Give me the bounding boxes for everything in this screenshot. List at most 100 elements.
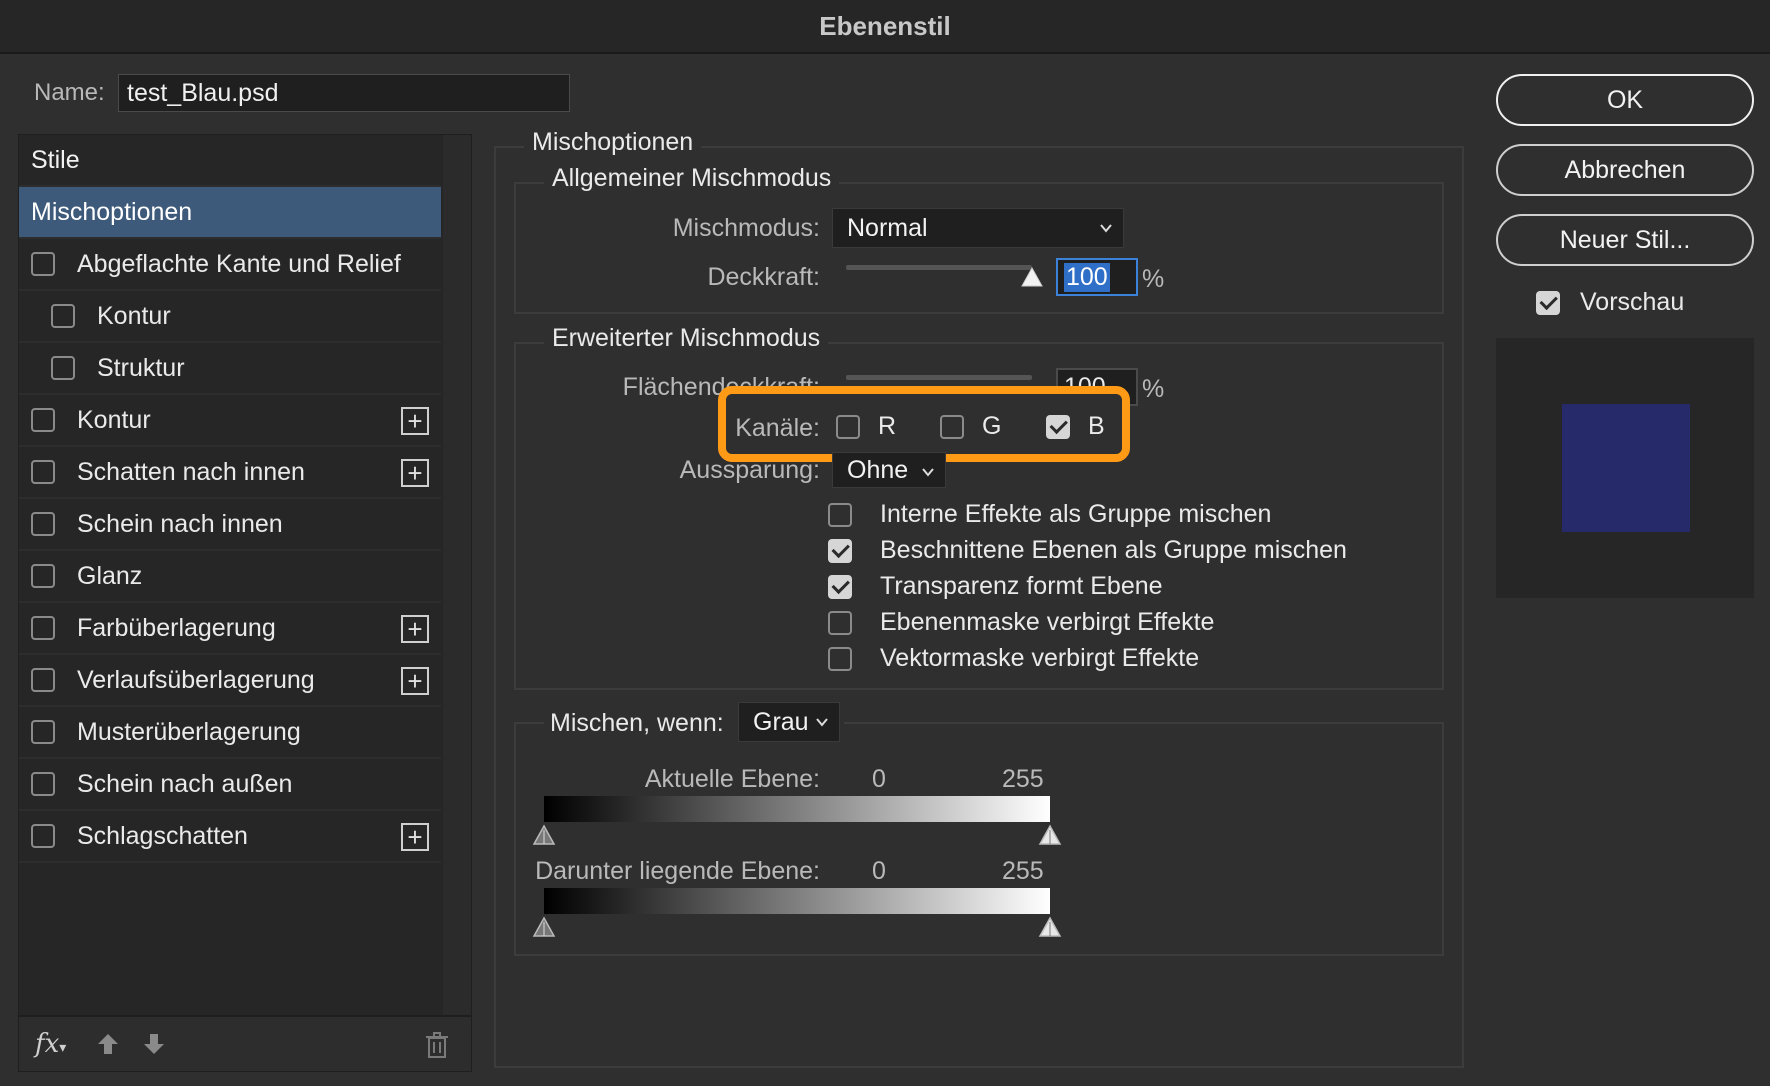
channel-toggle-r[interactable]: R bbox=[836, 412, 896, 441]
fx-icon[interactable]: fx▾ bbox=[35, 1029, 66, 1059]
style-item-checkbox[interactable] bbox=[31, 252, 55, 276]
chevron-down-icon bbox=[922, 468, 934, 477]
preview-checkbox[interactable] bbox=[1536, 290, 1560, 315]
style-item[interactable]: Schein nach außen bbox=[19, 759, 441, 811]
style-item-checkbox[interactable] bbox=[31, 616, 55, 640]
advanced-option-checkbox[interactable] bbox=[828, 646, 852, 671]
new-style-button[interactable]: Neuer Stil... bbox=[1496, 214, 1754, 266]
advanced-option[interactable]: Interne Effekte als Gruppe mischen bbox=[828, 500, 1271, 529]
style-item-label: Schein nach außen bbox=[77, 769, 293, 798]
style-item[interactable]: Schatten nach innen + bbox=[19, 447, 441, 499]
style-list-header[interactable]: Stile bbox=[19, 135, 441, 187]
style-list: Stile Mischoptionen Abgeflachte Kante un… bbox=[18, 134, 472, 1072]
style-list-footer: fx▾ bbox=[19, 1015, 471, 1071]
style-item[interactable]: Musterüberlagerung bbox=[19, 707, 441, 759]
style-item[interactable]: Schlagschatten + bbox=[19, 811, 441, 863]
style-item[interactable]: Farbüberlagerung + bbox=[19, 603, 441, 655]
blend-options-title: Mischoptionen bbox=[524, 128, 702, 157]
blend-if-group bbox=[514, 722, 1444, 956]
channel-checkbox[interactable] bbox=[836, 414, 860, 439]
style-item[interactable]: Kontur bbox=[19, 291, 441, 343]
blend-mode-select[interactable]: Normal bbox=[832, 208, 1124, 248]
style-item-label: Musterüberlagerung bbox=[77, 717, 301, 746]
advanced-option[interactable]: Vektormaske verbirgt Effekte bbox=[828, 644, 1199, 673]
underlying-layer-label: Darunter liegende Ebene: bbox=[535, 857, 820, 885]
channel-checkbox[interactable] bbox=[1046, 414, 1070, 439]
ok-button[interactable]: OK bbox=[1496, 74, 1754, 126]
opacity-label: Deckkraft: bbox=[707, 263, 820, 291]
advanced-blend-title: Erweiterter Mischmodus bbox=[544, 324, 829, 353]
channel-toggle-g[interactable]: G bbox=[940, 412, 1001, 441]
opacity-slider[interactable] bbox=[846, 265, 1032, 270]
trash-icon[interactable] bbox=[425, 1031, 449, 1059]
advanced-option-label: Ebenenmaske verbirgt Effekte bbox=[880, 608, 1215, 636]
name-label: Name: bbox=[34, 79, 105, 106]
style-item-checkbox[interactable] bbox=[31, 720, 55, 744]
style-item-checkbox[interactable] bbox=[31, 564, 55, 588]
name-input[interactable] bbox=[118, 74, 570, 112]
style-item[interactable]: Struktur bbox=[19, 343, 441, 395]
channel-label: B bbox=[1088, 412, 1105, 440]
style-item-label: Glanz bbox=[77, 561, 143, 590]
style-item[interactable]: Abgeflachte Kante und Relief bbox=[19, 239, 441, 291]
preview-toggle[interactable]: Vorschau bbox=[1536, 288, 1684, 317]
advanced-option-checkbox[interactable] bbox=[828, 538, 852, 563]
knockout-value: Ohne bbox=[847, 455, 909, 484]
blend-if-select[interactable]: Grau bbox=[738, 702, 840, 742]
window-title: Ebenenstil bbox=[0, 0, 1770, 54]
style-item-checkbox[interactable] bbox=[31, 460, 55, 484]
style-item-checkbox[interactable] bbox=[31, 668, 55, 692]
advanced-option-checkbox[interactable] bbox=[828, 502, 852, 527]
style-item-checkbox[interactable] bbox=[31, 512, 55, 536]
fill-opacity-unit: % bbox=[1142, 375, 1165, 403]
style-item-blend-options-label: Mischoptionen bbox=[31, 197, 193, 226]
add-effect-icon[interactable]: + bbox=[401, 407, 429, 435]
fill-opacity-slider[interactable] bbox=[846, 375, 1032, 380]
cancel-button[interactable]: Abbrechen bbox=[1496, 144, 1754, 196]
advanced-option-label: Vektormaske verbirgt Effekte bbox=[880, 644, 1200, 672]
style-item-checkbox[interactable] bbox=[31, 408, 55, 432]
style-item-label: Schlagschatten bbox=[77, 821, 248, 850]
opacity-input[interactable]: 100 bbox=[1056, 258, 1138, 296]
style-item[interactable]: Kontur + bbox=[19, 395, 441, 447]
move-down-icon[interactable] bbox=[140, 1030, 168, 1058]
style-item[interactable]: Glanz bbox=[19, 551, 441, 603]
channels-label: Kanäle: bbox=[735, 414, 820, 442]
add-effect-icon[interactable]: + bbox=[401, 615, 429, 643]
advanced-option[interactable]: Transparenz formt Ebene bbox=[828, 572, 1163, 601]
style-item-checkbox[interactable] bbox=[31, 824, 55, 848]
current-layer-black-thumb[interactable] bbox=[532, 824, 556, 846]
add-effect-icon[interactable]: + bbox=[401, 459, 429, 487]
advanced-option[interactable]: Beschnittene Ebenen als Gruppe mischen bbox=[828, 536, 1347, 565]
opacity-slider-thumb[interactable] bbox=[1020, 266, 1044, 288]
style-item[interactable]: Schein nach innen bbox=[19, 499, 441, 551]
style-item-label: Struktur bbox=[97, 353, 185, 382]
preview-label: Vorschau bbox=[1580, 288, 1685, 316]
advanced-option-checkbox[interactable] bbox=[828, 574, 852, 599]
underlying-layer-black-thumb[interactable] bbox=[532, 916, 556, 938]
underlying-layer-white-thumb[interactable] bbox=[1038, 916, 1062, 938]
add-effect-icon[interactable]: + bbox=[401, 823, 429, 851]
blend-mode-value: Normal bbox=[847, 213, 928, 242]
style-item-checkbox[interactable] bbox=[31, 772, 55, 796]
style-item-label: Farbüberlagerung bbox=[77, 613, 276, 642]
style-item[interactable]: Verlaufsüberlagerung + bbox=[19, 655, 441, 707]
style-list-scrollbar[interactable] bbox=[443, 135, 471, 1015]
style-item-checkbox[interactable] bbox=[51, 356, 75, 380]
style-item-blend-options[interactable]: Mischoptionen bbox=[19, 187, 441, 239]
name-row: Name: bbox=[34, 74, 570, 112]
advanced-option[interactable]: Ebenenmaske verbirgt Effekte bbox=[828, 608, 1214, 637]
channel-checkbox[interactable] bbox=[940, 414, 964, 439]
channel-toggle-b[interactable]: B bbox=[1046, 412, 1105, 441]
underlying-layer-max: 255 bbox=[1002, 857, 1044, 885]
style-item-checkbox[interactable] bbox=[51, 304, 75, 328]
current-layer-min: 0 bbox=[872, 765, 886, 793]
current-layer-label: Aktuelle Ebene: bbox=[644, 765, 820, 793]
move-up-icon[interactable] bbox=[94, 1030, 122, 1058]
add-effect-icon[interactable]: + bbox=[401, 667, 429, 695]
knockout-select[interactable]: Ohne bbox=[832, 452, 946, 488]
current-layer-white-thumb[interactable] bbox=[1038, 824, 1062, 846]
advanced-option-checkbox[interactable] bbox=[828, 610, 852, 635]
general-blend-title: Allgemeiner Mischmodus bbox=[544, 164, 840, 193]
style-list-items: Stile Mischoptionen Abgeflachte Kante un… bbox=[19, 135, 441, 863]
